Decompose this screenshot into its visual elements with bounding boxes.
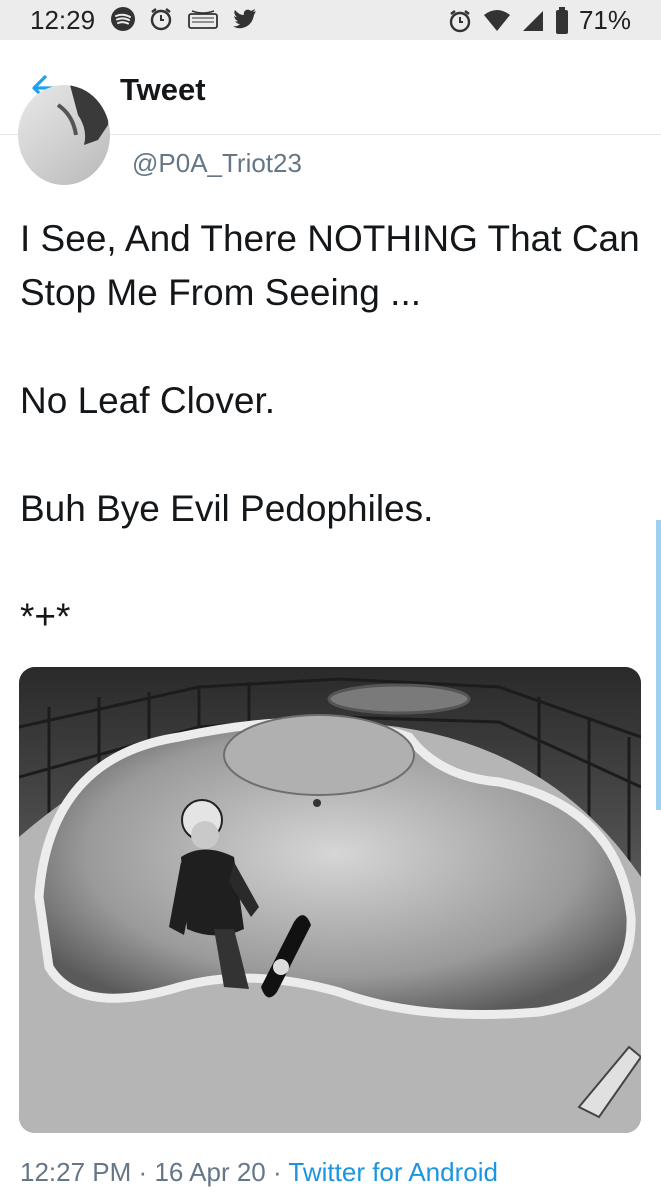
notification-icons — [110, 6, 258, 32]
tweet-line: I See, And There NOTHING That Can Stop M… — [20, 218, 640, 313]
tweet-meta: 12:27 PM · 16 Apr 20 · Twitter for Andro… — [20, 1157, 498, 1188]
scrollbar[interactable] — [656, 520, 661, 810]
user-handle[interactable]: @P0A_Triot23 — [132, 148, 302, 179]
alarm-icon — [449, 9, 471, 32]
page-title: Tweet — [120, 72, 206, 107]
status-bar: 12:29 71% — [0, 0, 661, 40]
amazon-icon — [188, 10, 218, 29]
tweet-media-photo[interactable] — [19, 667, 641, 1133]
battery-icon — [555, 6, 568, 34]
alarm-icon — [150, 8, 172, 31]
tweet-source-link[interactable]: Twitter for Android — [288, 1157, 498, 1187]
battery-percent: 71% — [578, 5, 631, 35]
tweet-line: No Leaf Clover. — [20, 380, 276, 421]
tweet-line: Buh Bye Evil Pedophiles. — [20, 488, 434, 529]
signal-icon — [522, 10, 543, 31]
separator: · — [272, 1157, 282, 1187]
separator: · — [138, 1157, 148, 1187]
status-time: 12:29 — [30, 5, 96, 35]
avatar[interactable] — [18, 85, 110, 185]
system-icons: 71% — [447, 5, 631, 36]
tweet-text: I See, And There NOTHING That Can Stop M… — [20, 212, 640, 644]
tweet-time: 12:27 PM — [20, 1157, 132, 1187]
twitter-bird-icon — [233, 9, 256, 29]
tweet-line: *+* — [20, 596, 71, 637]
spotify-icon — [111, 7, 135, 31]
tweet-date: 16 Apr 20 — [154, 1157, 266, 1187]
wifi-icon — [483, 9, 510, 31]
